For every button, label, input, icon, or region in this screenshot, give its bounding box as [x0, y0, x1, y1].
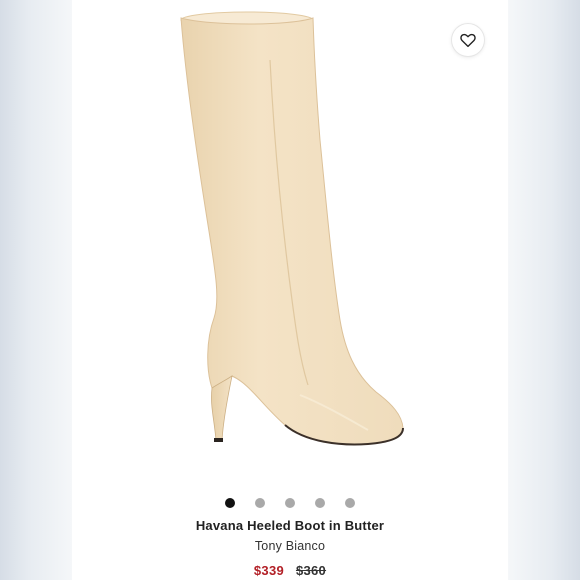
original-price: $360 — [295, 563, 327, 578]
carousel-dot-4[interactable] — [315, 498, 325, 508]
carousel-dots — [0, 498, 580, 508]
carousel-dot-3[interactable] — [285, 498, 295, 508]
favorite-button[interactable] — [452, 24, 484, 56]
carousel-dot-5[interactable] — [345, 498, 355, 508]
right-backdrop — [508, 0, 580, 580]
product-brand[interactable]: Tony Bianco — [0, 539, 580, 553]
left-backdrop — [0, 0, 72, 580]
carousel-dot-2[interactable] — [255, 498, 265, 508]
sale-price: $339 — [253, 563, 285, 578]
carousel-dot-1[interactable] — [225, 498, 235, 508]
heart-icon — [459, 31, 477, 49]
product-image[interactable] — [140, 10, 440, 450]
product-title[interactable]: Havana Heeled Boot in Butter — [0, 518, 580, 533]
price-row: $339 $360 — [0, 563, 580, 578]
